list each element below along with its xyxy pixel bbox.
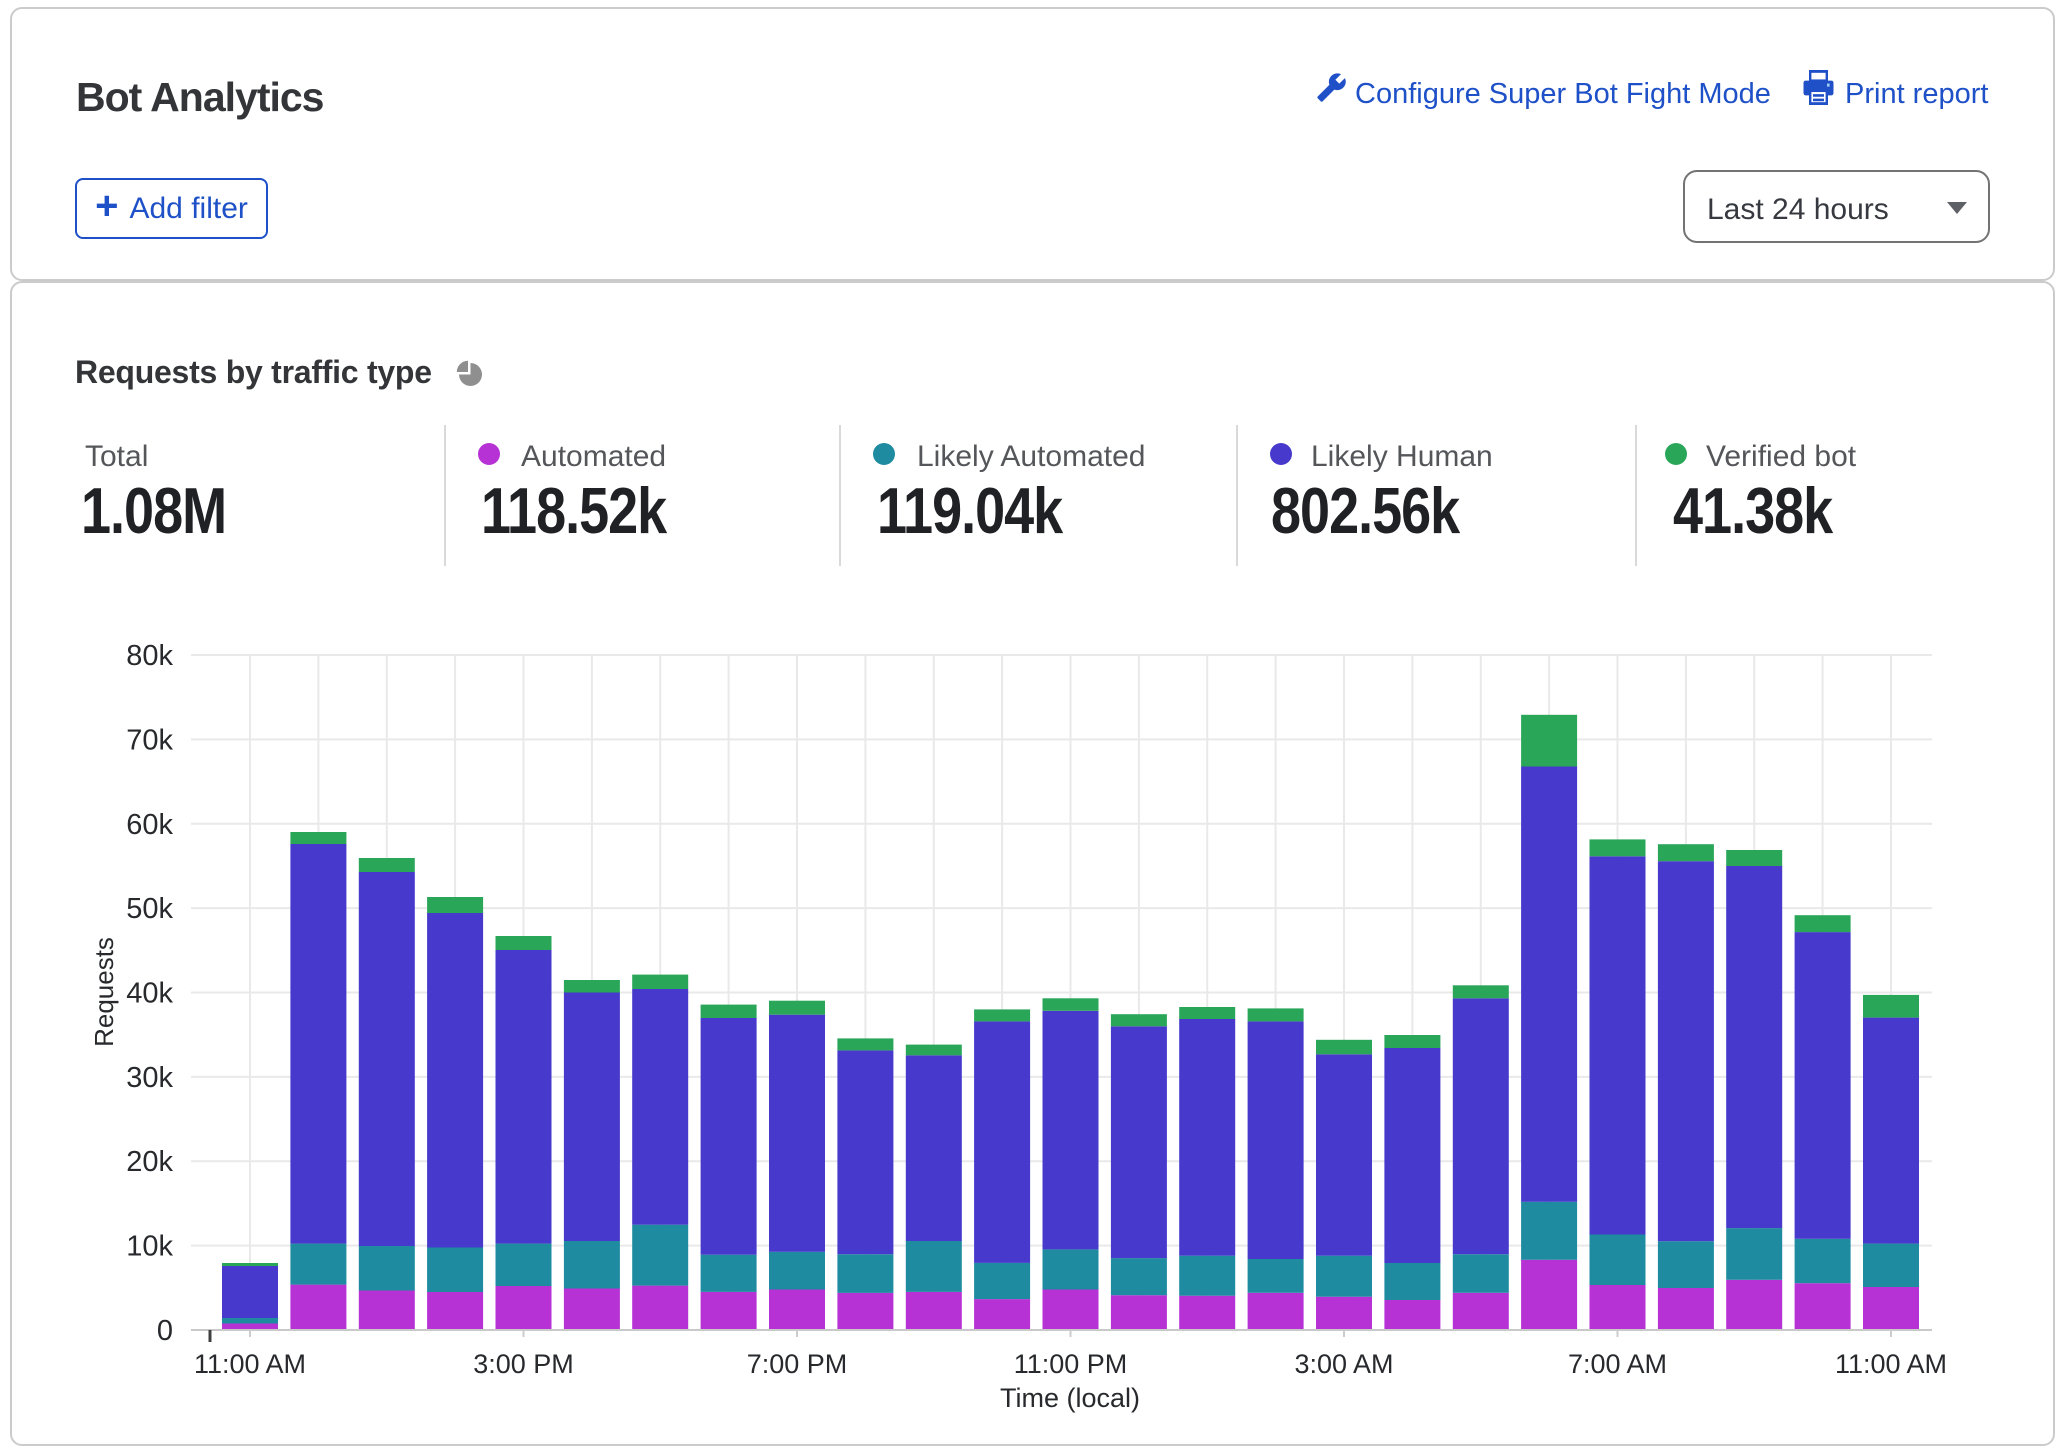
svg-text:30k: 30k [126,1062,173,1094]
svg-text:70k: 70k [126,724,173,756]
svg-text:60k: 60k [126,809,173,841]
svg-text:7:00 PM: 7:00 PM [747,1349,848,1379]
svg-text:3:00 AM: 3:00 AM [1294,1349,1393,1379]
svg-text:11:00 AM: 11:00 AM [194,1349,306,1379]
svg-text:11:00 AM: 11:00 AM [1835,1349,1947,1379]
svg-text:Requests: Requests [89,937,119,1047]
svg-text:0: 0 [157,1315,173,1347]
svg-text:50k: 50k [126,893,173,925]
svg-text:Time (local): Time (local) [1000,1383,1140,1413]
svg-text:80k: 80k [126,640,173,672]
svg-text:3:00 PM: 3:00 PM [473,1349,574,1379]
svg-text:20k: 20k [126,1146,173,1178]
svg-text:11:00 PM: 11:00 PM [1014,1349,1128,1379]
svg-text:7:00 AM: 7:00 AM [1568,1349,1667,1379]
svg-text:10k: 10k [126,1231,173,1263]
svg-text:40k: 40k [126,978,173,1010]
